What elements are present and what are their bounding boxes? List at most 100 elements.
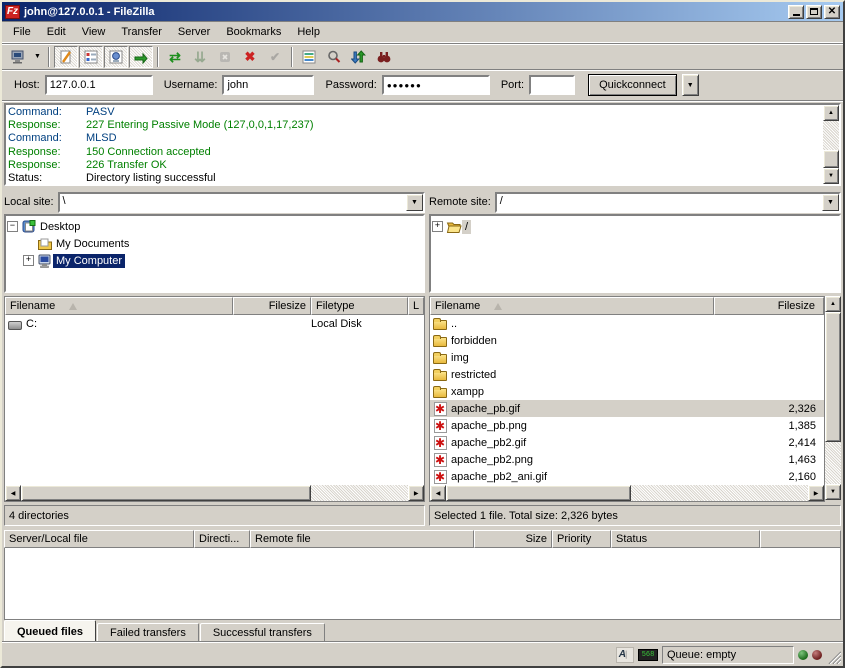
password-input[interactable] <box>382 75 490 95</box>
menu-view[interactable]: View <box>75 24 113 40</box>
process-queue-icon: ⇊ <box>194 50 206 64</box>
ascii-data-type-icon[interactable]: A▏ <box>616 647 634 663</box>
file-row-forbidden[interactable]: forbidden <box>430 332 824 349</box>
file-row-img[interactable]: img <box>430 349 824 366</box>
scrollbar-thumb[interactable] <box>21 485 311 501</box>
reconnect-button[interactable]: ✔ <box>263 46 287 68</box>
tree-item-root[interactable]: + / <box>432 218 838 235</box>
menu-file[interactable]: File <box>6 24 38 40</box>
scroll-up-button[interactable]: ▲ <box>825 296 841 312</box>
column-header-filename[interactable]: Filename <box>5 297 233 315</box>
column-header-direction[interactable]: Directi... <box>194 530 250 548</box>
column-header-filesize[interactable]: Filesize <box>233 297 311 315</box>
disconnect-button[interactable]: ✖ <box>238 46 262 68</box>
file-search-button[interactable] <box>322 46 346 68</box>
maximize-button[interactable] <box>806 5 822 19</box>
file-row-apache-pb2-gif[interactable]: apache_pb2.gif2,414 <box>430 434 824 451</box>
title-bar[interactable]: Fz john@127.0.0.1 - FileZilla ✕ <box>2 2 843 21</box>
directory-listing-filters-button[interactable] <box>297 46 321 68</box>
host-input[interactable] <box>45 75 153 95</box>
speed-limits-icon[interactable]: 568 <box>638 649 658 661</box>
file-row-apache-pb-gif[interactable]: apache_pb.gif2,326 <box>430 400 824 417</box>
combo-dropdown-button[interactable]: ▼ <box>822 194 839 211</box>
expand-icon[interactable]: + <box>432 221 443 232</box>
scroll-left-button[interactable]: ◀ <box>5 485 21 501</box>
scroll-down-button[interactable]: ▼ <box>825 484 841 500</box>
remote-site-combobox[interactable]: / ▼ <box>495 192 841 213</box>
scroll-up-button[interactable]: ▲ <box>823 105 839 121</box>
column-header-status[interactable]: Status <box>611 530 760 548</box>
collapse-icon[interactable]: − <box>7 221 18 232</box>
column-header-server-local-file[interactable]: Server/Local file <box>4 530 194 548</box>
column-header-filename[interactable]: Filename <box>430 297 714 315</box>
file-row-xampp[interactable]: xampp <box>430 383 824 400</box>
scrollbar-thumb[interactable] <box>823 150 839 168</box>
expand-icon[interactable]: + <box>23 255 34 266</box>
tab-failed-transfers[interactable]: Failed transfers <box>97 623 199 642</box>
scrollbar-thumb[interactable] <box>825 312 841 442</box>
resize-grip[interactable] <box>826 649 841 664</box>
site-manager-button[interactable] <box>6 46 30 68</box>
menu-server[interactable]: Server <box>171 24 217 40</box>
scroll-left-button[interactable]: ◀ <box>430 485 446 501</box>
remote-vertical-scrollbar[interactable]: ▲ ▼ <box>825 296 841 500</box>
menu-edit[interactable]: Edit <box>40 24 73 40</box>
scroll-right-button[interactable]: ▶ <box>408 485 424 501</box>
column-header-last-modified[interactable]: L <box>408 297 424 315</box>
scrollbar-thumb[interactable] <box>446 485 631 501</box>
log-text: 226 Transfer OK <box>86 159 167 172</box>
image-file-icon <box>432 452 448 468</box>
combo-dropdown-button[interactable]: ▼ <box>406 194 423 211</box>
tab-queued-files[interactable]: Queued files <box>4 620 96 642</box>
menu-transfer[interactable]: Transfer <box>114 24 169 40</box>
file-row-parent-dir[interactable]: .. <box>430 315 824 332</box>
column-header-remote-file[interactable]: Remote file <box>250 530 474 548</box>
synchronized-browsing-button[interactable] <box>347 46 371 68</box>
refresh-button[interactable]: ⇄ <box>163 46 187 68</box>
file-row-c-drive[interactable]: C: Local Disk <box>5 315 424 332</box>
toggle-message-log-button[interactable] <box>54 46 78 68</box>
toggle-remote-tree-button[interactable] <box>104 46 128 68</box>
scroll-right-button[interactable]: ▶ <box>808 485 824 501</box>
file-name: xampp <box>451 386 484 398</box>
tab-successful-transfers[interactable]: Successful transfers <box>200 623 325 642</box>
process-queue-button[interactable]: ⇊ <box>188 46 212 68</box>
folder-icon <box>432 367 448 383</box>
remote-horizontal-scrollbar[interactable]: ◀ ▶ <box>430 485 824 501</box>
toggle-transfer-queue-button[interactable] <box>129 46 153 68</box>
site-manager-icon <box>10 49 26 65</box>
file-row-restricted[interactable]: restricted <box>430 366 824 383</box>
file-name: apache_pb2.png <box>451 454 533 466</box>
file-name: .. <box>451 318 457 330</box>
queue-list[interactable] <box>4 548 841 620</box>
file-row-apache-pb2-ani-gif[interactable]: apache_pb2_ani.gif2,160 <box>430 468 824 485</box>
file-row-apache-pb2-png[interactable]: apache_pb2.png1,463 <box>430 451 824 468</box>
minimize-button[interactable] <box>788 5 804 19</box>
username-input[interactable] <box>222 75 314 95</box>
menu-help[interactable]: Help <box>290 24 327 40</box>
tree-item-desktop[interactable]: − Desktop <box>7 218 422 235</box>
cancel-operation-button[interactable] <box>213 46 237 68</box>
close-button[interactable]: ✕ <box>824 5 840 19</box>
site-manager-dropdown[interactable]: ▼ <box>31 46 44 68</box>
file-row-apache-pb-png[interactable]: apache_pb.png1,385 <box>430 417 824 434</box>
log-vertical-scrollbar[interactable]: ▲ ▼ <box>823 105 839 184</box>
port-input[interactable] <box>529 75 575 95</box>
column-header-priority[interactable]: Priority <box>552 530 611 548</box>
local-site-combobox[interactable]: \ ▼ <box>58 192 425 213</box>
file-name: img <box>451 352 469 364</box>
scroll-down-button[interactable]: ▼ <box>823 168 839 184</box>
tree-item-my-computer[interactable]: + My Computer <box>23 252 422 269</box>
toggle-local-tree-button[interactable] <box>79 46 103 68</box>
column-header-filetype[interactable]: Filetype <box>311 297 408 315</box>
menu-bookmarks[interactable]: Bookmarks <box>219 24 288 40</box>
quickconnect-button[interactable]: Quickconnect <box>588 74 677 96</box>
host-label: Host: <box>14 79 40 91</box>
log-text: MLSD <box>86 132 117 145</box>
column-header-size[interactable]: Size <box>474 530 552 548</box>
quickconnect-dropdown[interactable]: ▼ <box>682 74 699 96</box>
column-header-filesize[interactable]: Filesize <box>714 297 824 315</box>
directory-comparison-button[interactable] <box>372 46 396 68</box>
tree-item-my-documents[interactable]: My Documents <box>23 235 422 252</box>
local-horizontal-scrollbar[interactable]: ◀ ▶ <box>5 485 424 501</box>
